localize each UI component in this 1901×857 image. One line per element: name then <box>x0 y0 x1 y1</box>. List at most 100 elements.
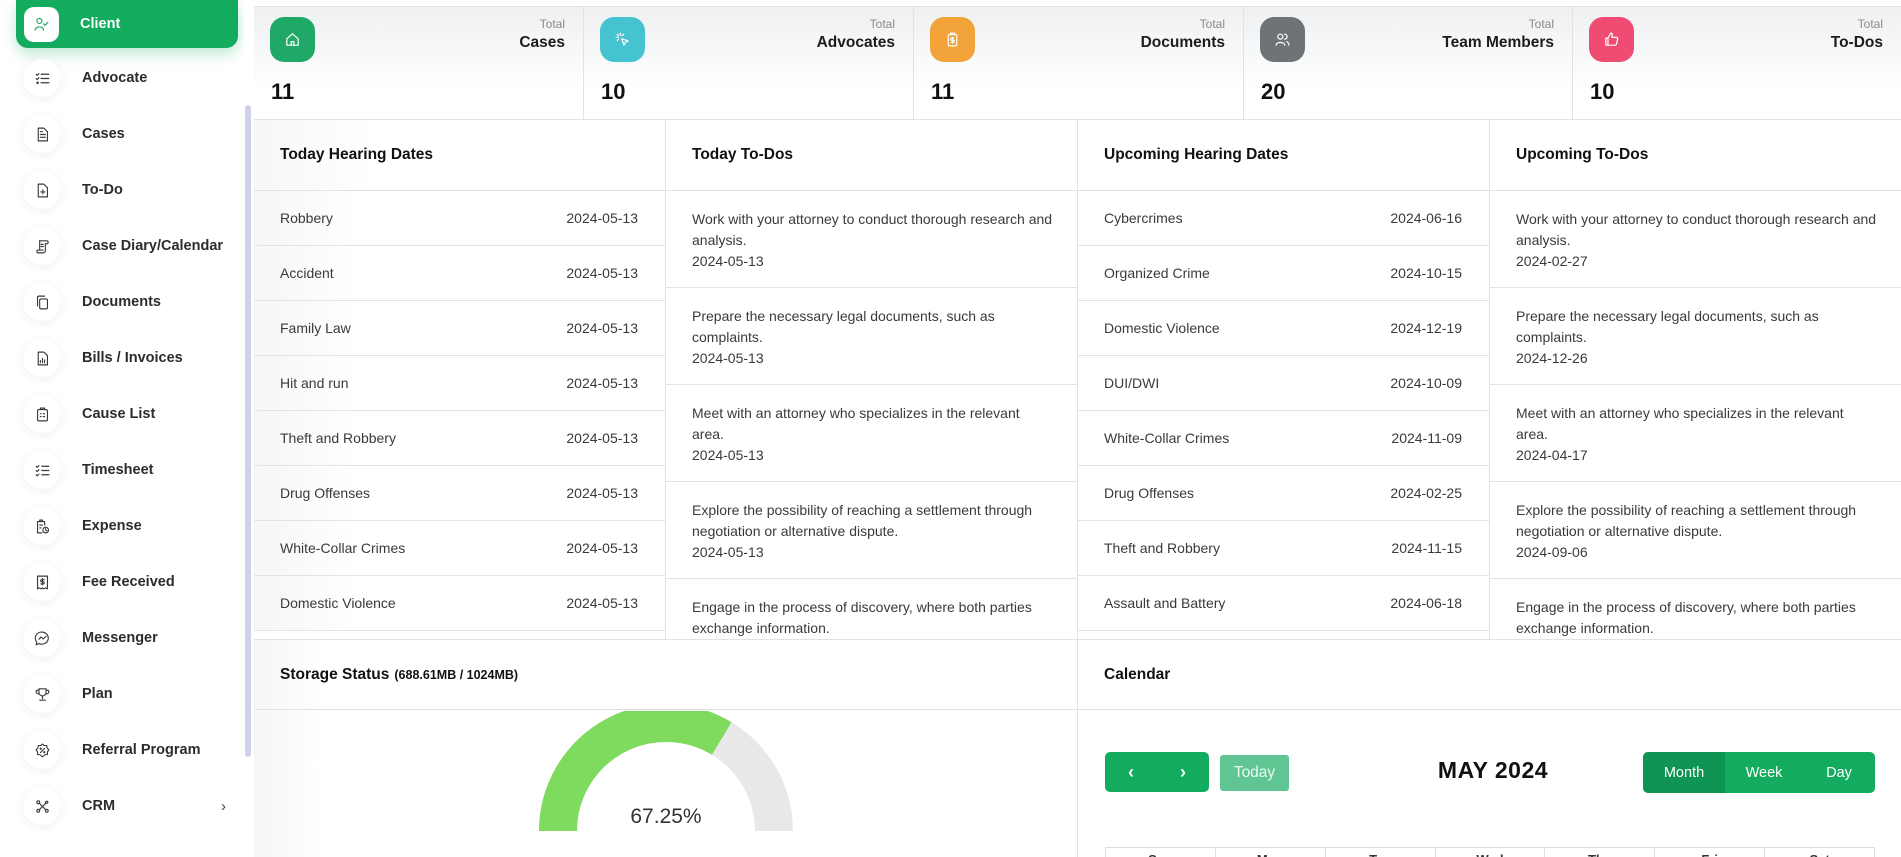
sidebar-item-label: Expense <box>82 518 142 534</box>
sidebar-item-timesheet[interactable]: Timesheet <box>16 446 238 494</box>
hearing-row[interactable]: Assault and Battery 2024-06-18 <box>1078 576 1489 631</box>
todo-text: Prepare the necessary legal documents, s… <box>1516 308 1819 345</box>
sidebar-item-cause-list[interactable]: Cause List <box>16 390 238 438</box>
sidebar-item-cases[interactable]: Cases <box>16 110 238 158</box>
storage-gauge: 67.25% <box>254 711 1078 857</box>
file-chart-icon <box>23 339 61 377</box>
hearing-row[interactable]: DUI/DWI 2024-10-09 <box>1078 356 1489 411</box>
sidebar-item-crm[interactable]: CRM › <box>16 782 238 830</box>
cursor-click-icon <box>600 17 645 62</box>
stat-label: Advocates <box>816 34 895 51</box>
stat-card-cases[interactable]: Total Cases 11 <box>254 7 584 119</box>
chevron-left-icon: ‹ <box>1128 761 1134 782</box>
stat-value: 11 <box>931 79 955 104</box>
sidebar-scrollbar-thumb[interactable] <box>245 105 251 757</box>
stat-label: To-Dos <box>1830 34 1883 51</box>
hearing-row[interactable]: White-Collar Crimes 2024-11-09 <box>1078 411 1489 466</box>
todo-row[interactable]: Work with your attorney to conduct thoro… <box>1490 191 1901 288</box>
trophy-icon <box>23 675 61 713</box>
hearing-row[interactable]: Organized Crime 2024-10-15 <box>1078 246 1489 301</box>
hearing-row[interactable]: Robbery 2024-05-13 <box>254 191 665 246</box>
hearing-date: 2024-05-13 <box>566 320 638 336</box>
hearing-row[interactable]: Cybercrimes 2024-06-16 <box>1078 191 1489 246</box>
hearing-row[interactable]: Accident 2024-05-13 <box>254 246 665 301</box>
sidebar-item-case-diary-calendar[interactable]: Case Diary/Calendar <box>16 222 238 270</box>
hearing-row[interactable]: Family Law 2024-05-13 <box>254 301 665 356</box>
calendar-view-switcher: Month Week Day <box>1643 752 1875 793</box>
todo-text: Explore the possibility of reaching a se… <box>1516 502 1857 539</box>
stat-card-todos[interactable]: Total To-Dos 10 <box>1573 7 1901 119</box>
hearing-row[interactable]: White-Collar Crimes 2024-05-13 <box>254 521 665 576</box>
todo-row[interactable]: Explore the possibility of reaching a se… <box>1490 482 1901 579</box>
hearing-row[interactable]: Theft and Robbery 2024-11-15 <box>1078 521 1489 576</box>
hearing-date: 2024-10-09 <box>1390 375 1462 391</box>
calendar-prev-button[interactable]: ‹ <box>1105 752 1157 792</box>
hearing-row[interactable]: Theft and Robbery 2024-05-13 <box>254 411 665 466</box>
todo-row[interactable]: Work with your attorney to conduct thoro… <box>666 191 1077 288</box>
calendar-next-button[interactable]: › <box>1157 752 1209 792</box>
sidebar-item-label: Referral Program <box>82 742 201 758</box>
calendar-panel: Calendar ‹ › Today MAY 2024 Month Week D… <box>1078 640 1901 857</box>
storage-header: Storage Status (688.61MB / 1024MB) <box>254 640 1077 710</box>
todo-row[interactable]: Meet with an attorney who specializes in… <box>1490 385 1901 482</box>
upcoming-todos-panel: Upcoming To-Dos Work with your attorney … <box>1490 120 1901 640</box>
hearing-case-name: Accident <box>280 265 334 281</box>
sidebar-item-label: Timesheet <box>82 462 154 478</box>
today-hearing-panel: Today Hearing Dates Robbery 2024-05-13 Acc… <box>254 120 666 640</box>
sidebar-item-label: Fee Received <box>82 574 175 590</box>
calendar-view-week[interactable]: Week <box>1725 752 1803 793</box>
hearing-row[interactable]: Hit and run 2024-05-13 <box>254 356 665 411</box>
storage-status-panel: Storage Status (688.61MB / 1024MB) 67.25… <box>254 640 1078 857</box>
todo-row[interactable]: Engage in the process of discovery, wher… <box>666 579 1077 640</box>
hearing-date: 2024-05-13 <box>566 485 638 501</box>
hearing-case-name: Family Law <box>280 320 351 336</box>
todo-row[interactable]: Explore the possibility of reaching a se… <box>666 482 1077 579</box>
hearing-date: 2024-06-18 <box>1390 595 1462 611</box>
sidebar-item-messenger[interactable]: Messenger <box>16 614 238 662</box>
sidebar-item-documents[interactable]: Documents <box>16 278 238 326</box>
sidebar-item-plan[interactable]: Plan <box>16 670 238 718</box>
todo-text: Engage in the process of discovery, wher… <box>1516 599 1856 636</box>
stat-card-documents[interactable]: Total Documents 11 <box>914 7 1244 119</box>
hearing-row[interactable]: Drug Offenses 2024-02-25 <box>1078 466 1489 521</box>
hearing-case-name: Drug Offenses <box>280 485 371 501</box>
todo-row[interactable]: Prepare the necessary legal documents, s… <box>666 288 1077 385</box>
stat-card-team-members[interactable]: Total Team Members 20 <box>1244 7 1573 119</box>
sidebar-item-client[interactable]: Client <box>16 0 238 48</box>
hearing-row[interactable]: Drug Offenses 2024-05-13 <box>254 466 665 521</box>
scroll-icon <box>23 227 61 265</box>
sidebar-item-fee-received[interactable]: Fee Received <box>16 558 238 606</box>
hearing-case-name: Assault and Battery <box>1104 595 1226 611</box>
list-check-icon <box>23 59 61 97</box>
sidebar-item-label: CRM <box>82 798 116 814</box>
hearing-date: 2024-06-16 <box>1390 210 1462 226</box>
sidebar-item-label: Messenger <box>82 630 158 646</box>
sidebar-item-to-do[interactable]: To-Do <box>16 166 238 214</box>
sidebar-item-expense[interactable]: Expense <box>16 502 238 550</box>
sidebar: Client Advocate Cases To-Do Case Diary/Calen… <box>0 0 252 857</box>
todo-row[interactable]: Meet with an attorney who specializes in… <box>666 385 1077 482</box>
sidebar-item-advocate[interactable]: Advocate <box>16 54 238 102</box>
hearing-row[interactable]: Domestic Violence 2024-12-19 <box>1078 301 1489 356</box>
sidebar-item-label: Case Diary/Calendar <box>82 238 224 254</box>
hearing-date: 2024-05-13 <box>566 430 638 446</box>
hearing-date: 2024-05-13 <box>566 595 638 611</box>
clipboard-clock-icon <box>23 507 61 545</box>
calendar-today-button[interactable]: Today <box>1220 755 1289 791</box>
home-icon <box>270 17 315 62</box>
stat-card-advocates[interactable]: Total Advocates 10 <box>584 7 914 119</box>
todo-row[interactable]: Prepare the necessary legal documents, s… <box>1490 288 1901 385</box>
sidebar-item-bills-invoices[interactable]: Bills / Invoices <box>16 334 238 382</box>
todo-row[interactable]: Engage in the process of discovery, wher… <box>1490 579 1901 640</box>
upcoming-todos-list: Work with your attorney to conduct thoro… <box>1490 191 1901 640</box>
file-text-icon <box>23 115 61 153</box>
hearing-date: 2024-05-13 <box>566 210 638 226</box>
hearing-case-name: Cybercrimes <box>1104 210 1183 226</box>
sidebar-item-referral-program[interactable]: Referral Program <box>16 726 238 774</box>
user-check-icon <box>24 6 59 42</box>
calendar-view-month[interactable]: Month <box>1643 752 1725 793</box>
hearing-date: 2024-05-13 <box>566 375 638 391</box>
hearing-row[interactable]: Domestic Violence 2024-05-13 <box>254 576 665 631</box>
calendar-view-day[interactable]: Day <box>1803 752 1875 793</box>
hearing-date: 2024-05-13 <box>566 265 638 281</box>
